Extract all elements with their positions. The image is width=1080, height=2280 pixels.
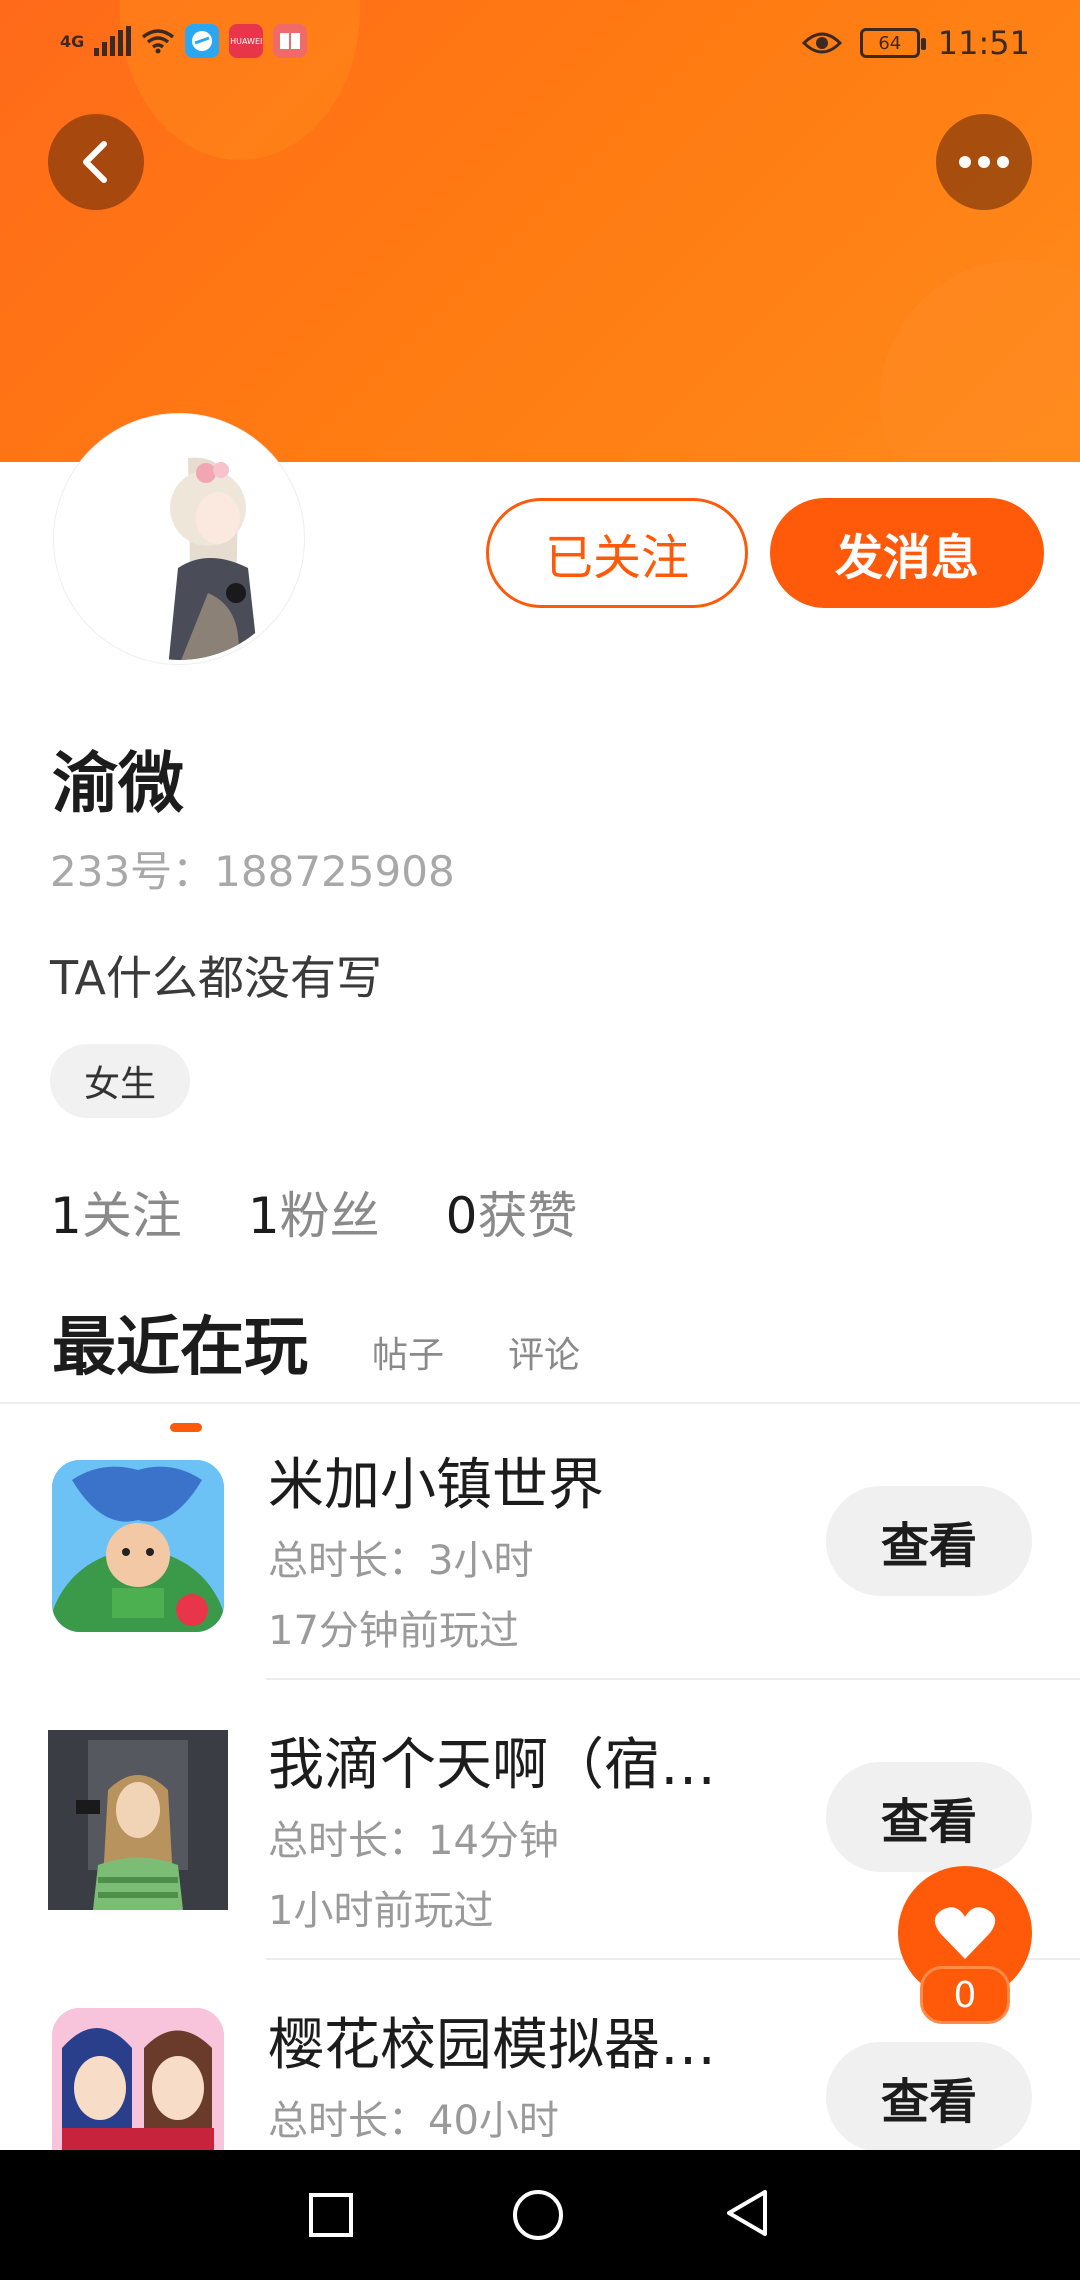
game-title: 我滴个天啊（宿… (268, 1733, 716, 1798)
huawei-store-label: HUAWEI (230, 36, 263, 46)
back-arrow-icon (83, 141, 107, 183)
game-title: 米加小镇世界 (268, 1453, 604, 1518)
gender-tag: 女生 (50, 1044, 190, 1118)
huawei-store-icon: HUAWEI (229, 24, 264, 58)
clock: 11:51 (937, 24, 1030, 62)
game-icon (52, 1460, 224, 1632)
game-duration: 总时长：40小时 (268, 2098, 559, 2144)
user-bio: TA什么都没有写 (50, 951, 382, 1005)
network-type: 4G (60, 31, 85, 51)
avatar-illustration (58, 418, 300, 660)
browser-icon (185, 24, 220, 58)
signal-icon (94, 26, 132, 56)
last-played: 1小时前玩过 (268, 1888, 494, 1934)
nav-back-icon[interactable] (723, 2188, 771, 2242)
system-nav-bar (0, 2150, 1080, 2280)
back-button[interactable] (48, 114, 144, 210)
status-bar: 4G HUAWEI 64 11:51 (0, 0, 1080, 90)
user-stats: 1关注 1粉丝 0获赞 (50, 1176, 577, 1248)
following-count[interactable]: 1关注 (50, 1176, 182, 1248)
banner-decoration (880, 260, 1080, 462)
view-button[interactable]: 查看 (826, 1486, 1032, 1596)
home-icon[interactable] (513, 2190, 563, 2240)
book-icon (273, 24, 308, 58)
recents-icon[interactable] (309, 2193, 353, 2237)
followed-button[interactable]: 已关注 (486, 498, 748, 608)
send-message-button[interactable]: 发消息 (770, 498, 1044, 608)
view-button[interactable]: 查看 (826, 1762, 1032, 1872)
tab-comments[interactable]: 评论 (508, 1326, 580, 1388)
likes-count: 0获赞 (445, 1187, 578, 1245)
user-name: 渝微 (52, 745, 184, 822)
battery-level: 64 (878, 32, 902, 54)
game-duration: 总时长：14分钟 (268, 1818, 559, 1864)
followers-count[interactable]: 1粉丝 (248, 1176, 380, 1248)
eye-comfort-icon (801, 32, 842, 54)
battery-icon: 64 (859, 28, 926, 58)
more-button[interactable] (936, 114, 1032, 210)
divider (266, 1678, 1080, 1680)
divider (0, 1402, 1080, 1404)
view-button[interactable]: 查看 (826, 2042, 1032, 2152)
wifi-icon (141, 28, 175, 54)
tab-posts[interactable]: 帖子 (372, 1326, 444, 1388)
tab-recently-played[interactable]: 最近在玩 (52, 1296, 308, 1432)
user-id: 233号：188725908 (50, 847, 455, 896)
more-dots-icon (959, 156, 971, 168)
game-icon (48, 1730, 228, 1910)
like-count-badge: 0 (920, 1966, 1010, 2024)
last-played: 17分钟前玩过 (268, 1608, 519, 1654)
game-title: 樱花校园模拟器… (268, 2013, 716, 2078)
profile-tabs: 最近在玩 帖子 评论 (52, 1296, 580, 1432)
avatar[interactable] (54, 414, 304, 664)
game-duration: 总时长：3小时 (268, 1538, 534, 1584)
heart-icon (934, 1907, 996, 1959)
